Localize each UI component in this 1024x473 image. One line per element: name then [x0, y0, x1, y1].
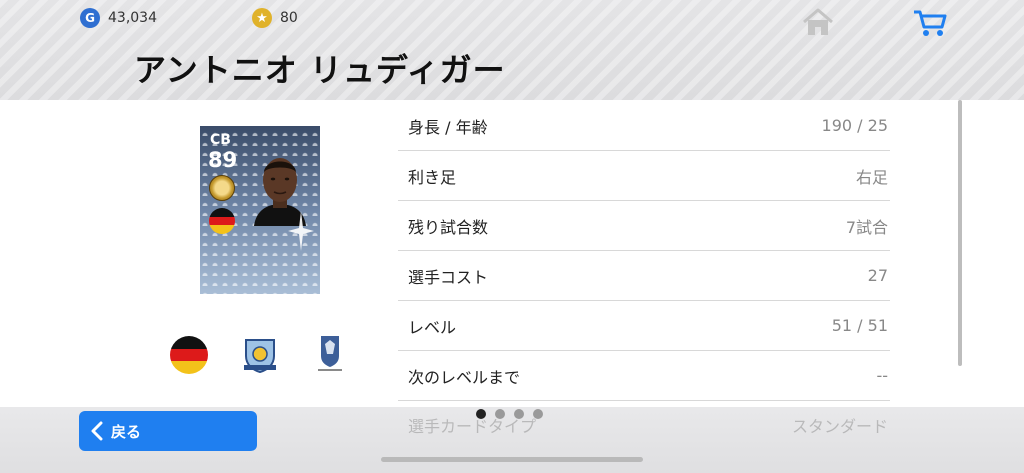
- gp-balance: G 43,034: [80, 8, 157, 28]
- page-indicator: [476, 409, 543, 419]
- stat-value: スタンダード: [791, 417, 888, 436]
- stat-row-matches: 残り試合数 7試合: [398, 201, 890, 251]
- cart-icon[interactable]: [912, 8, 948, 38]
- stat-label: 選手コスト: [408, 267, 489, 287]
- stat-label: 身長 / 年齢: [408, 117, 488, 137]
- player-card[interactable]: CB 89: [200, 126, 320, 294]
- germany-flag-icon: [209, 208, 235, 234]
- stat-row-level: レベル 51 / 51: [398, 301, 890, 351]
- stat-label: レベル: [408, 317, 457, 337]
- stat-label: 次のレベルまで: [408, 367, 521, 387]
- coin-balance: ★ 80: [252, 8, 298, 28]
- back-button[interactable]: 戻る: [79, 411, 257, 451]
- stat-row-height-age: 身長 / 年齢 190 / 25: [398, 101, 890, 151]
- card-position: CB: [210, 132, 231, 148]
- stat-row-card-type: 選手カードタイプ スタンダード: [398, 410, 890, 440]
- stat-label: 利き足: [408, 167, 457, 187]
- stat-value: 右足: [855, 167, 888, 187]
- coin-amount: 80: [280, 10, 298, 26]
- stat-label: 残り試合数: [408, 217, 489, 237]
- card-rating: 89: [208, 148, 238, 172]
- nation-flag-icon: [170, 336, 208, 374]
- page-dot[interactable]: [476, 409, 486, 419]
- stat-value: 190 / 25: [821, 116, 888, 135]
- gp-coin-icon: G: [80, 8, 100, 28]
- legend-emblem-icon: [209, 175, 235, 201]
- league-emblem-icon: [318, 336, 342, 371]
- stat-row-foot: 利き足 右足: [398, 151, 890, 201]
- stat-row-next-level: 次のレベルまで --: [398, 351, 890, 401]
- sparkle-icon: [288, 211, 314, 251]
- page-dot[interactable]: [495, 409, 505, 419]
- back-label: 戻る: [111, 422, 142, 441]
- home-indicator[interactable]: [381, 457, 643, 462]
- page-dot[interactable]: [533, 409, 543, 419]
- club-emblem-icon: [244, 339, 276, 374]
- top-bar: G 43,034 ★ 80 アントニオ リュディガー: [0, 0, 1024, 100]
- stat-value: --: [876, 366, 888, 385]
- gp-amount: 43,034: [108, 10, 157, 26]
- star-coin-icon: ★: [252, 8, 272, 28]
- stat-value: 51 / 51: [831, 316, 888, 335]
- stat-value: 7試合: [845, 217, 888, 237]
- page-dot[interactable]: [514, 409, 524, 419]
- stat-value: 27: [867, 266, 888, 285]
- chevron-left-icon: [91, 421, 103, 441]
- home-icon[interactable]: [801, 7, 835, 37]
- stat-row-cost: 選手コスト 27: [398, 251, 890, 301]
- scrollbar[interactable]: [958, 100, 962, 366]
- player-name: アントニオ リュディガー: [134, 51, 506, 89]
